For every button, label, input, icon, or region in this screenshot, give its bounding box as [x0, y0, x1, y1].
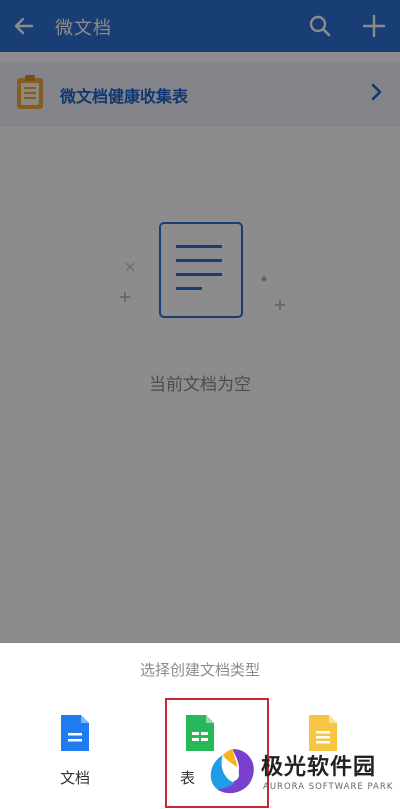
watermark-name: 极光软件园 [261, 755, 377, 780]
modal-dim-overlay[interactable] [0, 0, 400, 643]
doc-file-icon [61, 715, 89, 751]
doc-option-label: 文档 [59, 769, 90, 787]
sheet-title: 选择创建文档类型 [139, 661, 260, 679]
aurora-logo-icon [210, 749, 254, 794]
watermark: 极光软件园 AURORA SOFTWARE PARK [205, 740, 400, 809]
watermark-subtitle: AURORA SOFTWARE PARK [263, 782, 394, 792]
create-doc-option[interactable]: 文档 [35, 713, 115, 793]
